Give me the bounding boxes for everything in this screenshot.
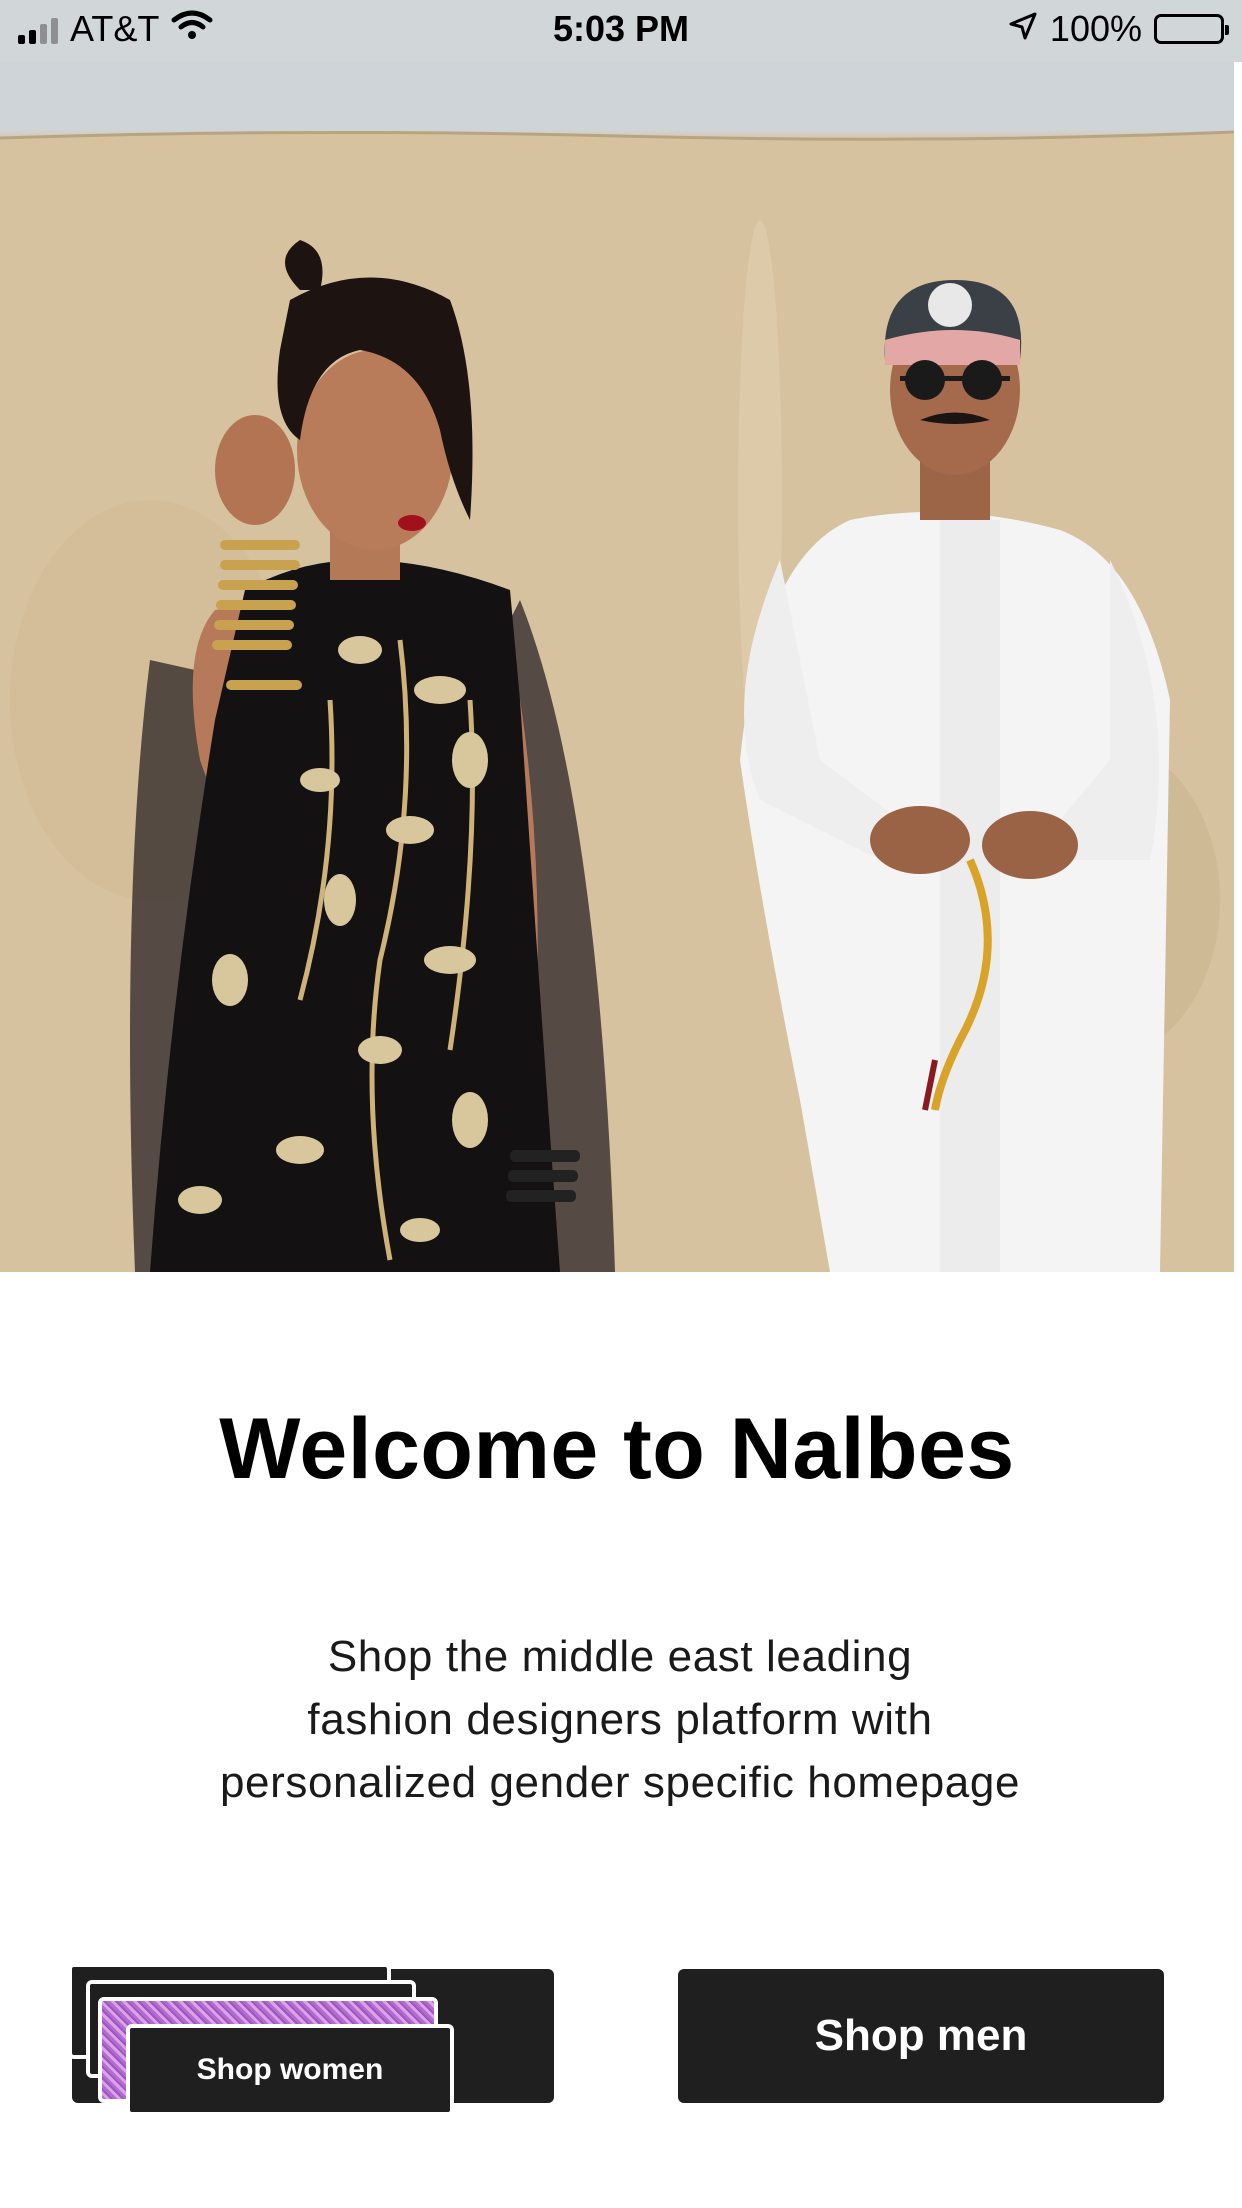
welcome-title: Welcome to Nalbes	[219, 1401, 1015, 1497]
hero-image	[0, 0, 1234, 1272]
subtitle-line: personalized gender specific homepage	[219, 1758, 1021, 1807]
battery-percent: 100%	[1049, 8, 1142, 49]
subtitle-line: fashion designers platform with	[307, 1695, 933, 1744]
battery-icon	[1154, 14, 1229, 44]
status-bar: AT&T 5:03 PM 100%	[0, 0, 1242, 62]
subtitle-line: Shop the middle east leading	[327, 1632, 913, 1681]
welcome-subtitle: Shop the middle east leading fashion des…	[120, 1625, 1120, 1814]
status-right: 100%	[1008, 8, 1229, 50]
location-arrow-icon	[1008, 8, 1038, 50]
shop-women-button[interactable]: Shop women	[126, 2024, 454, 2116]
shop-men-button[interactable]: Shop men	[678, 1969, 1164, 2103]
